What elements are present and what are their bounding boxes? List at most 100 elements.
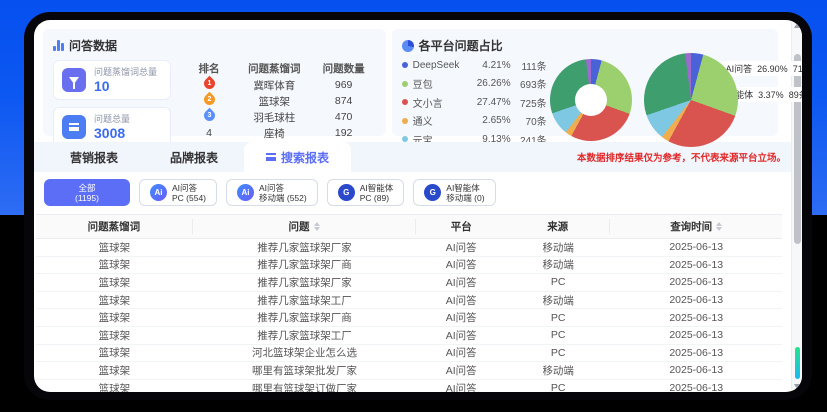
table-cell-source: PC: [506, 312, 610, 324]
table-cell-time: 2025-06-13: [610, 294, 782, 306]
table-cell-question: 河北篮球架企业怎么选: [193, 345, 417, 360]
legend-dot: [402, 99, 408, 105]
table-cell-source: PC: [506, 329, 610, 341]
legend-item[interactable]: 豆包 26.26% 693条: [402, 75, 548, 94]
scroll-up-icon[interactable]: [794, 23, 800, 28]
filter-ai-qa-mobile-button[interactable]: Ai AI问答 移动端 (552): [226, 179, 318, 206]
stat-value: 10: [94, 78, 157, 94]
sort-time-control[interactable]: [716, 222, 722, 231]
legend-item[interactable]: 文小言 27.47% 725条: [402, 93, 548, 112]
ranking-header-count: 问题数量: [312, 61, 376, 76]
table-cell-question: 哪里有篮球架订做厂家: [193, 381, 417, 392]
stat-card-questions: 问题总量 3008: [53, 107, 171, 147]
legend-dot: [402, 81, 408, 87]
table-cell-source: 移动端: [506, 240, 610, 255]
table-cell-time: 2025-06-13: [610, 364, 782, 376]
tab-marketing-report[interactable]: 营销报表: [44, 142, 144, 172]
table-cell-question: 推荐几家篮球架厂商: [193, 257, 417, 272]
table-cell-time: 2025-06-13: [610, 382, 782, 392]
donut-chart[interactable]: [550, 59, 632, 141]
stat-label: 问题总量: [94, 114, 130, 125]
table-cell-platform: AI问答: [416, 275, 506, 290]
table-cell-keyword: 篮球架: [36, 293, 193, 308]
pie-chart[interactable]: [644, 53, 738, 147]
list-icon: [62, 115, 86, 139]
table-body: 篮球架推荐几家篮球架厂家AI问答移动端2025-06-13篮球架推荐几家篮球架厂…: [36, 239, 782, 392]
ranking-row: 4 座椅 192: [181, 125, 376, 141]
ranking-row: 1 冀晖体育 969: [181, 77, 376, 93]
table-cell-time: 2025-06-13: [610, 347, 782, 359]
table-header-row: 问题蒸馏词 问题 平台 来源 查询时间: [36, 214, 782, 239]
scroll-down-icon[interactable]: [794, 384, 800, 389]
table-row: 篮球架推荐几家篮球架厂家AI问答移动端2025-06-13: [36, 239, 782, 257]
col-header-keyword: 问题蒸馏词: [36, 219, 193, 234]
legend-dot: [402, 118, 408, 124]
table-row: 篮球架河北篮球架企业怎么选AI问答PC2025-06-13: [36, 345, 782, 363]
rank-1-flame-icon: 1: [201, 76, 217, 92]
ai-qa-icon: Ai: [150, 184, 167, 201]
ranking-count: 192: [312, 127, 376, 139]
table-cell-keyword: 篮球架: [36, 257, 193, 272]
ranking-keyword: 篮球架: [237, 94, 312, 109]
legend-item[interactable]: 通义 2.65% 70条: [402, 112, 548, 131]
ranking-count: 874: [312, 95, 376, 107]
table-cell-source: PC: [506, 382, 610, 392]
app-content: 问答数据 问题蒸馏词总量 10: [34, 20, 802, 392]
qa-data-panel: 问答数据 问题蒸馏词总量 10: [43, 29, 386, 136]
ranking-count: 470: [312, 111, 376, 123]
platform-share-title: 各平台问题占比: [419, 37, 503, 54]
stat-card-keywords: 问题蒸馏词总量 10: [53, 60, 171, 100]
table-cell-keyword: 篮球架: [36, 328, 193, 343]
inner-scrollbar-thumb[interactable]: [795, 347, 800, 379]
table-cell-time: 2025-06-13: [610, 329, 782, 341]
stats-row: 问答数据 问题蒸馏词总量 10: [34, 20, 802, 142]
table-cell-platform: AI问答: [416, 381, 506, 392]
ranking-keyword: 冀晖体育: [237, 78, 312, 93]
table-row: 篮球架哪里有篮球架订做厂家AI问答PC2025-06-13: [36, 380, 782, 392]
table-row: 篮球架推荐几家篮球架厂家AI问答PC2025-06-13: [36, 274, 782, 292]
menu-icon: [266, 153, 276, 161]
table-cell-question: 推荐几家篮球架工厂: [193, 293, 417, 308]
stat-value: 3008: [94, 125, 130, 141]
table-cell-question: 哪里有篮球架批发厂家: [193, 363, 417, 378]
table-cell-question: 推荐几家篮球架厂商: [193, 310, 417, 325]
pie-label-ai-qa: AI问答26.90%710条: [722, 61, 802, 76]
filter-icon: [62, 68, 86, 92]
tab-brand-report[interactable]: 品牌报表: [144, 142, 244, 172]
col-header-source: 来源: [506, 219, 610, 234]
qa-data-header: 问答数据: [53, 37, 376, 54]
filter-ai-qa-pc-button[interactable]: Ai AI问答 PC (554): [139, 179, 217, 206]
table-cell-platform: AI问答: [416, 363, 506, 378]
ai-agent-icon: G: [338, 184, 355, 201]
sort-question-control[interactable]: [314, 222, 320, 231]
ranking-header-rank: 排名: [181, 61, 237, 76]
stat-label: 问题蒸馏词总量: [94, 67, 157, 78]
table-cell-keyword: 篮球架: [36, 381, 193, 392]
table-row: 篮球架推荐几家篮球架厂商AI问答PC2025-06-13: [36, 309, 782, 327]
table-cell-keyword: 篮球架: [36, 345, 193, 360]
tab-search-report[interactable]: 搜索报表: [244, 142, 351, 172]
table-cell-keyword: 篮球架: [36, 363, 193, 378]
table-cell-platform: AI问答: [416, 310, 506, 325]
disclaimer-text: 本数据排序结果仅为参考，不代表来源平台立场。: [577, 150, 786, 164]
filter-ai-agent-pc-button[interactable]: G AI智能体 PC (89): [327, 179, 405, 206]
filter-ai-agent-mobile-button[interactable]: G AI智能体 移动端 (0): [413, 179, 495, 206]
table-cell-question: 推荐几家篮球架工厂: [193, 328, 417, 343]
col-header-question: 问题: [193, 219, 417, 234]
filter-bar: 全部 (1195) Ai AI问答 PC (554) Ai AI问答 移动端 (…: [34, 172, 802, 212]
platform-share-panel: 各平台问题占比 DeepSeek 4.21% 111条 豆包 26.26% 69…: [392, 29, 778, 136]
chart-legend: DeepSeek 4.21% 111条 豆包 26.26% 693条 文小言 2…: [402, 56, 548, 149]
legend-item[interactable]: DeepSeek 4.21% 111条: [402, 56, 548, 75]
table-cell-time: 2025-06-13: [610, 276, 782, 288]
table-cell-platform: AI问答: [416, 293, 506, 308]
filter-all-button[interactable]: 全部 (1195): [44, 179, 130, 206]
table-cell-platform: AI问答: [416, 345, 506, 360]
scrollbar-thumb[interactable]: [794, 54, 801, 244]
app-window: 问答数据 问题蒸馏词总量 10: [24, 12, 812, 400]
rank-2-flame-icon: 2: [201, 92, 217, 108]
pie-chart-icon: [402, 40, 414, 52]
table-cell-question: 推荐几家篮球架厂家: [193, 240, 417, 255]
ai-qa-icon: Ai: [237, 184, 254, 201]
table-cell-time: 2025-06-13: [610, 241, 782, 253]
table-cell-keyword: 篮球架: [36, 310, 193, 325]
